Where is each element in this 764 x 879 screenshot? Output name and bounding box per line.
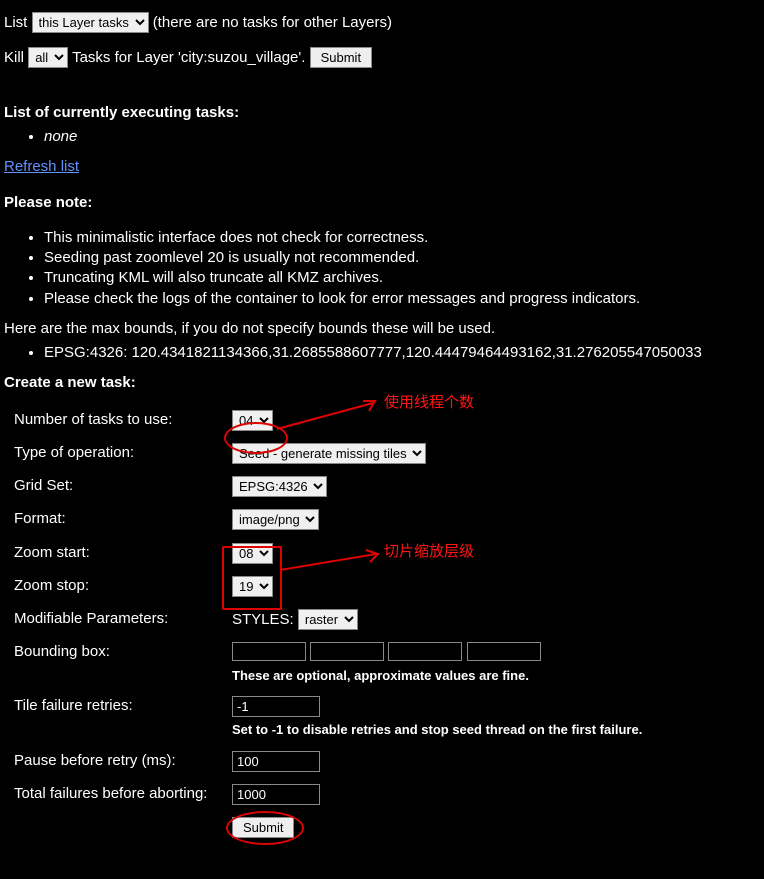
total-fail-input[interactable]	[232, 784, 320, 805]
kill-submit-button[interactable]	[310, 47, 372, 68]
styles-select[interactable]: raster	[298, 609, 358, 630]
bbox-label: Bounding box:	[14, 640, 232, 686]
executing-none: none	[44, 127, 764, 147]
retries-input[interactable]	[232, 696, 320, 717]
bbox-minx-input[interactable]	[232, 642, 306, 661]
create-task-form: Number of tasks to use: 04 Type of opera…	[14, 400, 650, 849]
retries-label: Tile failure retries:	[14, 694, 232, 741]
bounds-item: EPSG:4326: 120.4341821134366,31.26855886…	[44, 343, 764, 363]
total-fail-label: Total failures before aborting:	[14, 782, 232, 807]
kill-row: Kill all Tasks for Layer 'city:suzou_vil…	[4, 47, 764, 68]
bbox-maxy-input[interactable]	[467, 642, 541, 661]
mod-params-label: Modifiable Parameters:	[14, 607, 232, 632]
bounds-intro: Here are the max bounds, if you do not s…	[4, 319, 764, 339]
executing-list: none	[4, 127, 764, 147]
bounds-list: EPSG:4326: 120.4341821134366,31.26855886…	[4, 343, 764, 363]
tasks-label: Number of tasks to use:	[14, 408, 232, 433]
executing-heading: List of currently executing tasks:	[4, 103, 764, 123]
zoom-stop-select[interactable]: 19	[232, 576, 273, 597]
note-item: Truncating KML will also truncate all KM…	[44, 268, 764, 288]
create-submit-button[interactable]	[232, 817, 294, 838]
notes-list: This minimalistic interface does not che…	[4, 228, 764, 309]
zoom-start-select[interactable]: 08	[232, 543, 273, 564]
list-label: List	[4, 14, 27, 31]
layer-filter-select[interactable]: this Layer tasks	[32, 12, 149, 33]
tasks-select[interactable]: 04	[232, 410, 273, 431]
please-note-heading: Please note:	[4, 193, 764, 213]
operation-label: Type of operation:	[14, 441, 232, 466]
bbox-maxx-input[interactable]	[388, 642, 462, 661]
zoom-start-label: Zoom start:	[14, 541, 232, 566]
create-heading: Create a new task:	[4, 373, 764, 393]
list-note: (there are no tasks for other Layers)	[153, 14, 392, 31]
styles-label: STYLES:	[232, 611, 294, 628]
note-item: Seeding past zoomlevel 20 is usually not…	[44, 248, 764, 268]
pause-label: Pause before retry (ms):	[14, 749, 232, 774]
kill-suffix: Tasks for Layer 'city:suzou_village'.	[72, 49, 305, 66]
bbox-miny-input[interactable]	[310, 642, 384, 661]
retries-help: Set to -1 to disable retries and stop se…	[232, 721, 642, 739]
bbox-help: These are optional, approximate values a…	[232, 667, 642, 685]
refresh-list-link[interactable]: Refresh list	[4, 158, 79, 175]
pause-input[interactable]	[232, 751, 320, 772]
kill-scope-select[interactable]: all	[28, 47, 68, 68]
format-select[interactable]: image/png	[232, 509, 319, 530]
gridset-label: Grid Set:	[14, 474, 232, 499]
note-item: Please check the logs of the container t…	[44, 289, 764, 309]
operation-select[interactable]: Seed - generate missing tiles	[232, 443, 426, 464]
format-label: Format:	[14, 507, 232, 532]
kill-label: Kill	[4, 49, 24, 66]
note-item: This minimalistic interface does not che…	[44, 228, 764, 248]
gridset-select[interactable]: EPSG:4326	[232, 476, 327, 497]
zoom-stop-label: Zoom stop:	[14, 574, 232, 599]
list-filter-row: List this Layer tasks (there are no task…	[4, 12, 764, 33]
